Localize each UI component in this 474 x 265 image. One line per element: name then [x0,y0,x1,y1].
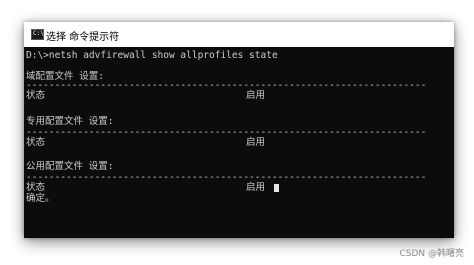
private-state-label: 状态 [26,137,46,148]
cmd-icon: C:\ [31,29,44,40]
watermark: CSDN @韩曙亮 [399,249,464,259]
public-state-value: 启用 [246,182,266,193]
ok-message: 确定。 [26,193,55,204]
domain-state-value: 启用 [246,90,266,101]
private-state-value: 启用 [246,137,266,148]
window-title: 选择 命令提示符 [46,32,120,43]
command-prompt-window: C:\ 选择 命令提示符 D:\>netsh advfirewall show … [24,22,454,238]
command-line: D:\>netsh advfirewall show allprofiles s… [26,50,278,61]
private-profile-separator: ----------------------------------------… [26,127,427,138]
console-output[interactable]: D:\>netsh advfirewall show allprofiles s… [24,47,454,238]
domain-state-label: 状态 [26,90,46,101]
text-cursor [274,184,279,192]
title-bar[interactable]: C:\ 选择 命令提示符 [24,22,454,47]
public-profile-separator: ----------------------------------------… [26,172,427,183]
domain-profile-separator: ----------------------------------------… [26,80,427,91]
